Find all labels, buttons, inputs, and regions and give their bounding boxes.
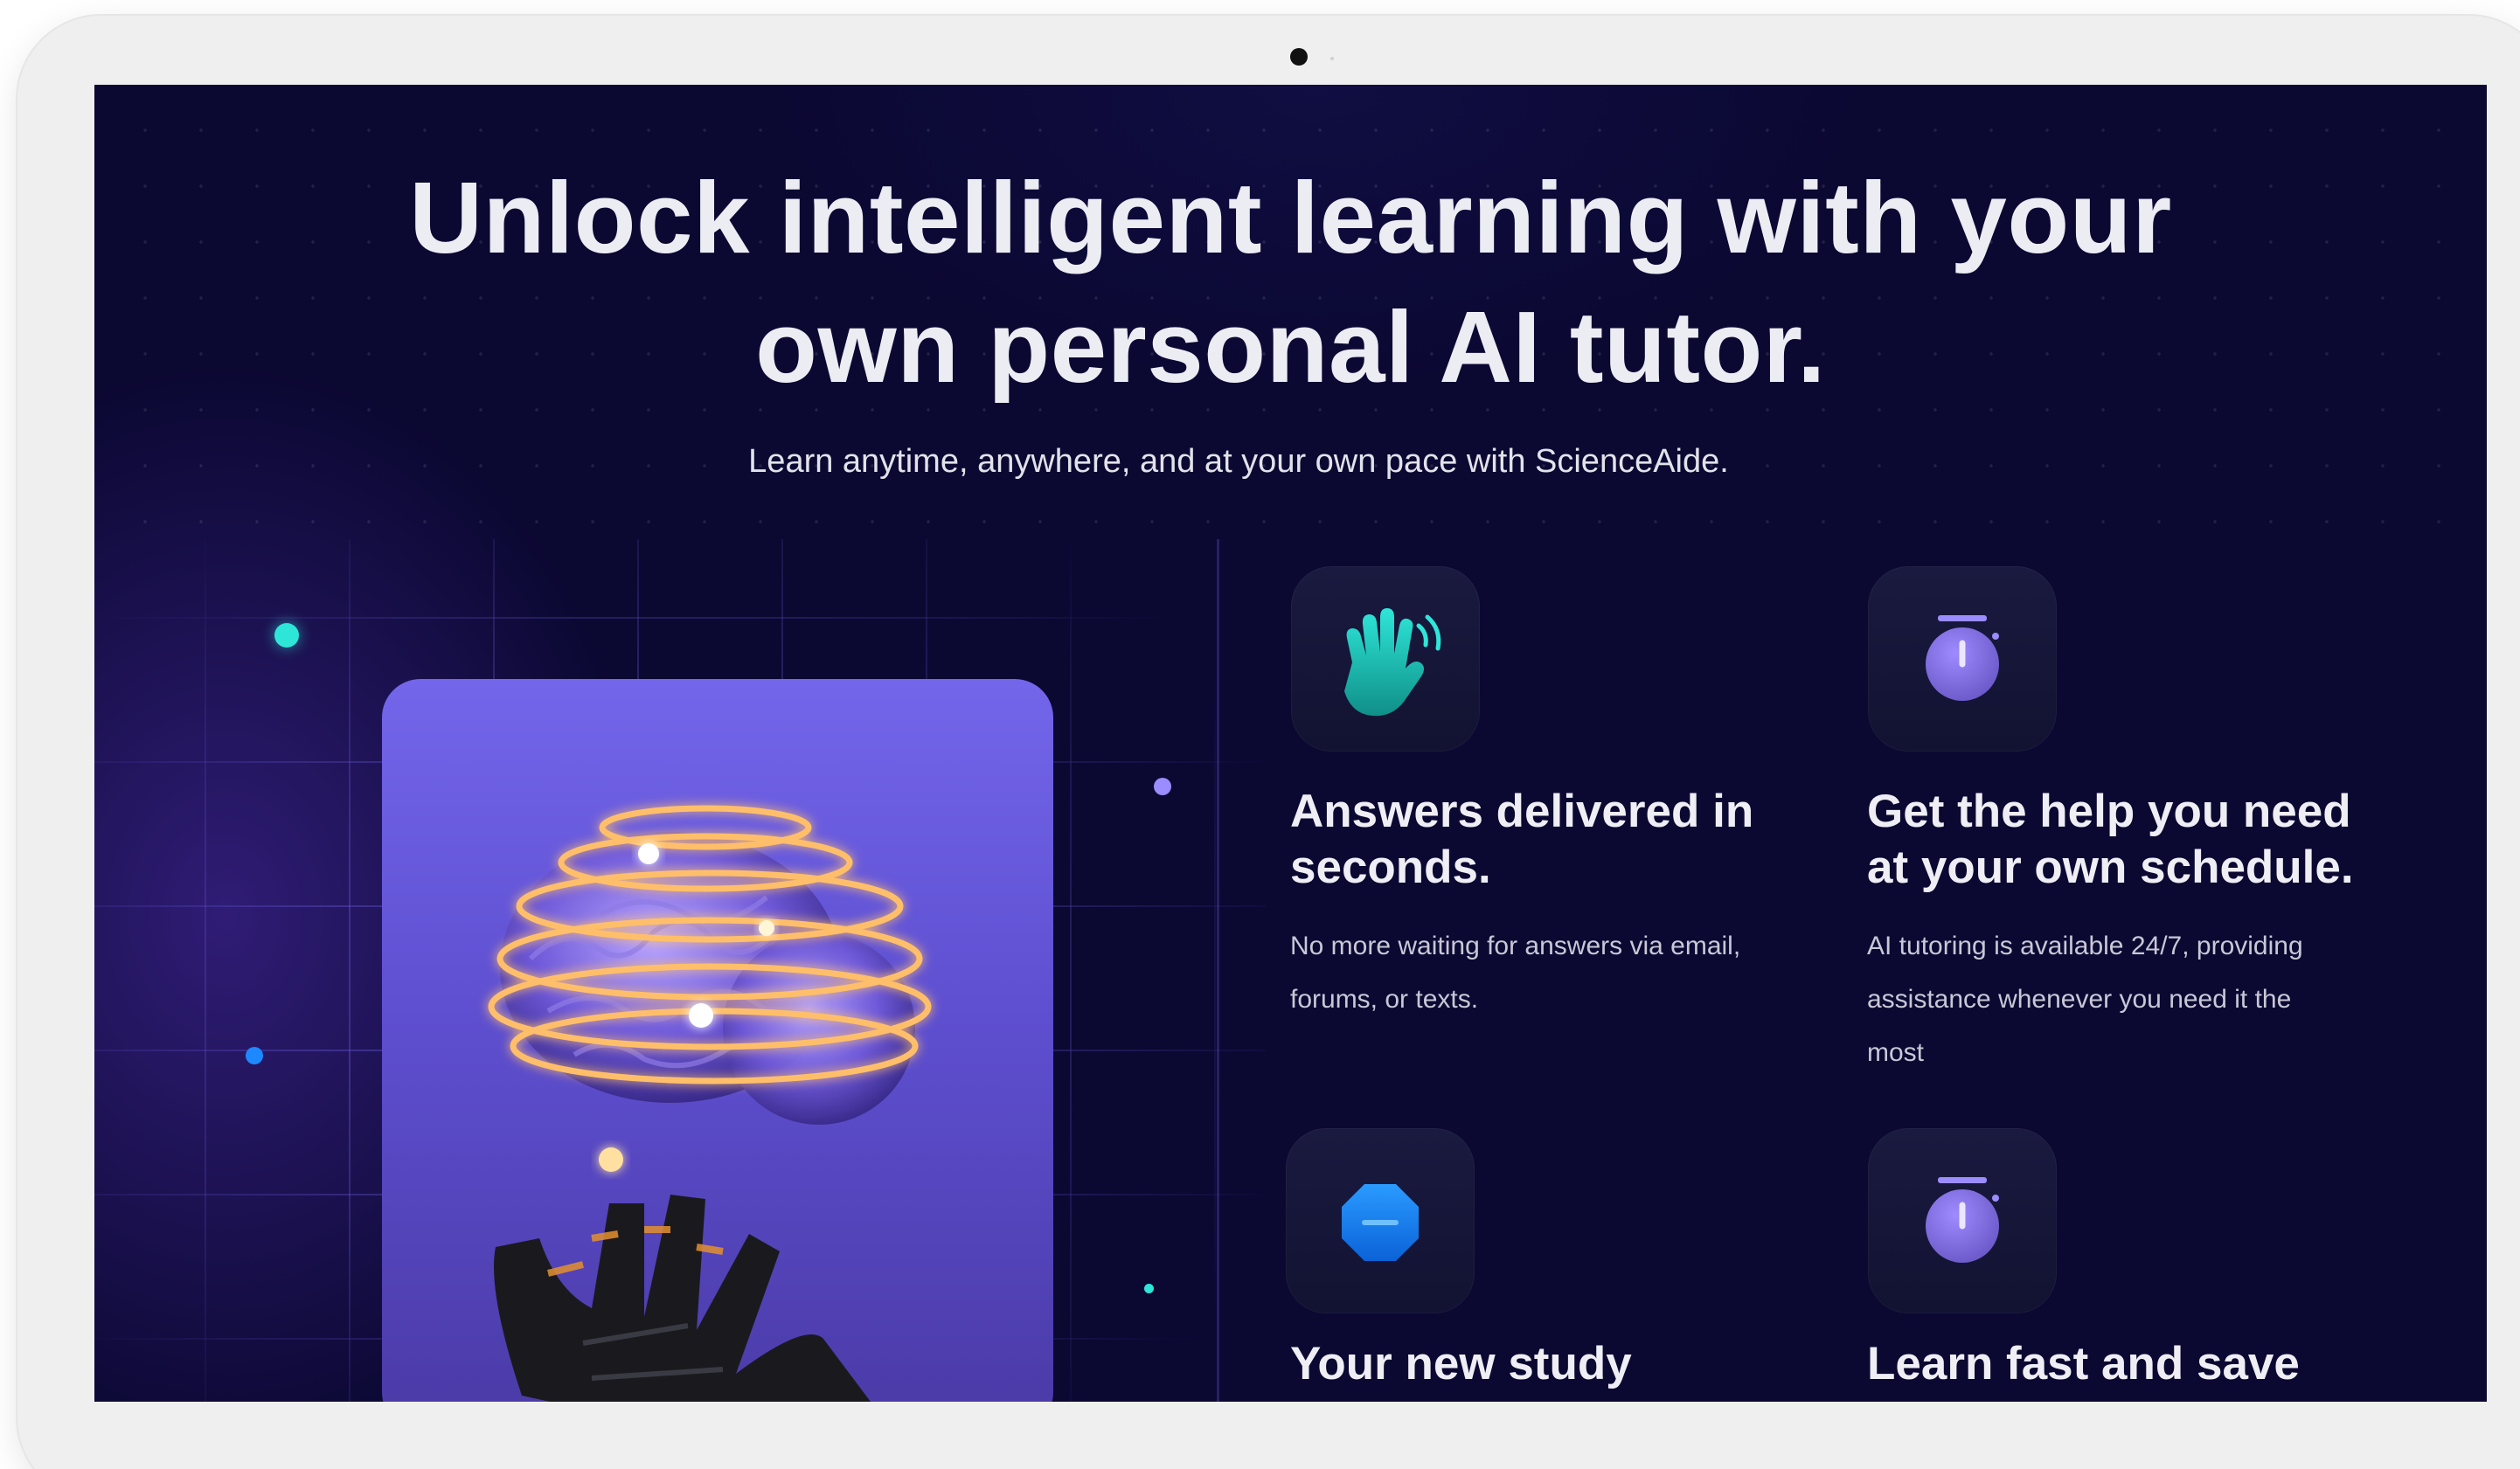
feature-icon-box-2	[1868, 566, 2057, 752]
brain-hand-illustration	[488, 805, 932, 1402]
feature-title-2: Get the help you need at your own schedu…	[1867, 786, 2354, 893]
teal-dot	[274, 623, 299, 648]
stopwatch-icon	[1926, 1177, 1999, 1263]
hero-headline: Unlock intelligent learning with your ow…	[94, 153, 2487, 412]
feature-title-3: Your new study	[1290, 1338, 1632, 1389]
camera	[1290, 48, 1308, 66]
feature-description-1: No more waiting for answers via email, f…	[1290, 932, 1741, 1014]
feature-icon-box-3	[1286, 1128, 1475, 1313]
grid-accent-line	[1217, 539, 1219, 1402]
small-teal-dot	[1144, 1284, 1154, 1293]
feature-icon-box-1	[1291, 566, 1480, 752]
feature-description-2: AI tutoring is available 24/7, providing…	[1867, 932, 2303, 1067]
feature-icon-box-4	[1868, 1128, 2057, 1313]
camera-sensor	[1330, 57, 1334, 60]
headline-line-2: own personal AI tutor.	[755, 290, 1826, 404]
purple-dot	[1154, 778, 1171, 795]
stopwatch-icon	[1926, 615, 1999, 701]
octagon-minus-icon	[1342, 1184, 1419, 1261]
hero-section: Unlock intelligent learning with your ow…	[94, 85, 2487, 1402]
robotic-hand	[494, 1195, 871, 1402]
feature-title-4: Learn fast and save	[1867, 1338, 2300, 1389]
headline-line-1: Unlock intelligent learning with your	[409, 161, 2172, 274]
hero-subtitle: Learn anytime, anywhere, and at your own…	[748, 443, 1729, 480]
waving-hand-icon	[1344, 608, 1441, 717]
blue-dot	[246, 1047, 263, 1064]
ai-brain-illustration-card	[382, 679, 1053, 1402]
feature-title-1: Answers delivered in seconds.	[1290, 786, 1754, 893]
